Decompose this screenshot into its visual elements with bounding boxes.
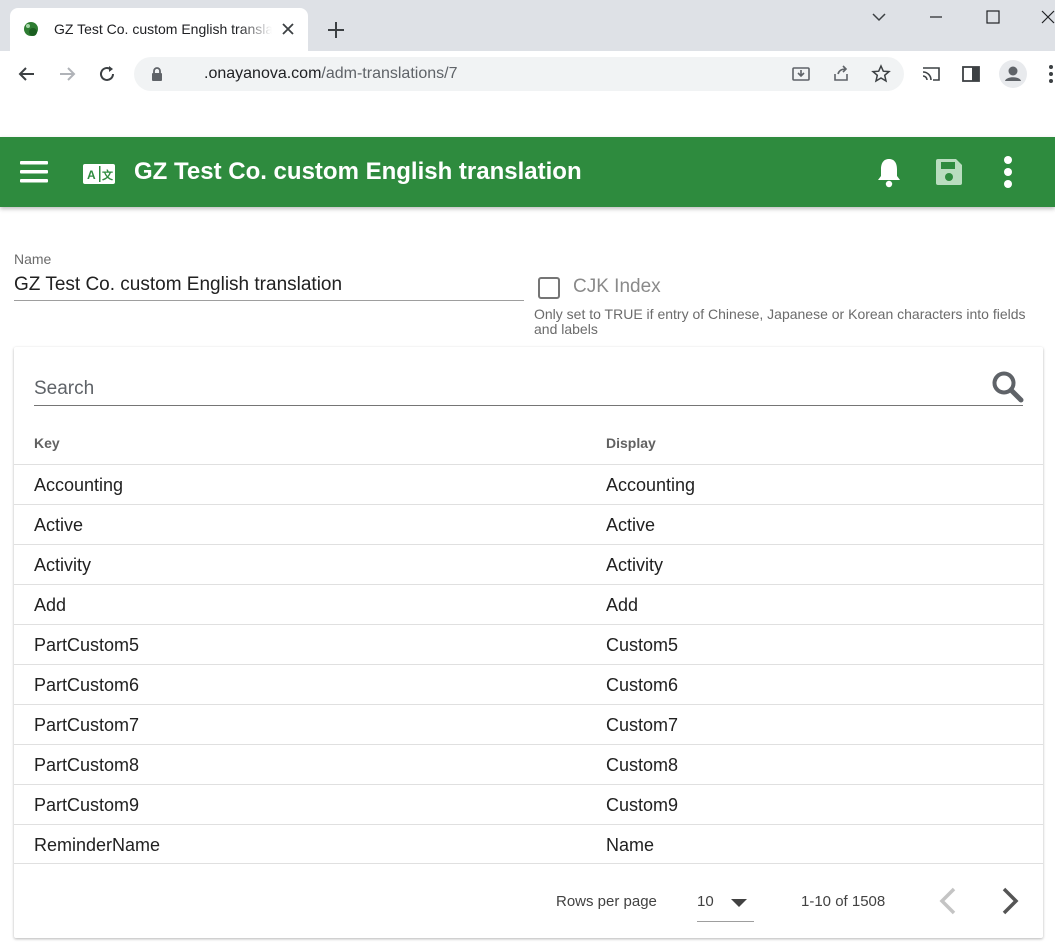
search-input[interactable] [34,372,1023,406]
kebab-menu-icon[interactable] [1000,155,1016,189]
page-title: GZ Test Co. custom English translation [134,158,582,185]
browser-tab[interactable]: GZ Test Co. custom English translation [10,8,308,51]
column-header-key[interactable]: Key [34,435,60,451]
tab-title: GZ Test Co. custom English translation [54,21,272,37]
rows-per-page-value: 10 [697,893,714,910]
share-icon[interactable] [831,64,851,84]
table-row[interactable]: PartCustom6 Custom6 [14,664,1043,704]
cjk-index-checkbox[interactable] [538,277,560,299]
forward-arrow-icon[interactable] [56,63,78,85]
name-field[interactable] [14,270,524,301]
display-cell: Custom8 [606,755,679,775]
display-cell: Add [606,595,639,615]
key-cell: Add [34,595,67,615]
display-cell: Active [606,515,656,535]
profile-avatar-icon[interactable] [999,60,1027,88]
display-cell: Custom9 [606,795,679,815]
svg-text:A: A [87,168,96,182]
next-page-chevron-icon[interactable] [998,885,1022,917]
table-body: Accounting Accounting Active Active Activi… [14,464,1043,864]
close-tab-icon[interactable] [280,21,296,37]
table-row[interactable]: Activity Activity [14,544,1043,584]
minimize-window-icon[interactable] [925,6,947,28]
table-row[interactable]: Active Active [14,504,1043,544]
url-domain: .onayanova.com [204,65,322,82]
pagination-info: 1-10 of 1508 [801,893,886,910]
bookmark-star-icon[interactable] [871,64,891,84]
site-favicon-icon [24,22,38,36]
install-app-icon[interactable] [791,64,811,84]
tab-search-chevron-icon[interactable] [868,6,890,28]
table-row[interactable]: Accounting Accounting [14,464,1043,504]
key-cell: ReminderName [34,835,161,855]
rows-per-page-select[interactable]: 10 [697,886,754,922]
browser-toolbar: .onayanova.com/adm-translations/7 [0,51,1055,97]
cjk-index-hint: Only set to TRUE if entry of Chinese, Ja… [534,306,1026,337]
browser-tabstrip: GZ Test Co. custom English translation [0,0,1055,51]
translations-table-card: Key Display AccountingAccounting ActiveA… [14,347,1043,938]
translate-icon: A 文 [83,164,115,184]
browser-menu-icon[interactable] [1043,63,1055,85]
dropdown-caret-icon [731,899,747,907]
key-cell: PartCustom5 [34,635,140,655]
url-path: /adm-translations/7 [321,65,458,82]
menu-icon[interactable] [20,159,48,185]
table-row[interactable]: ReminderName Name [14,824,1043,864]
rows-per-page-label: Rows per page [556,893,657,910]
new-tab-plus-icon[interactable] [326,20,346,40]
column-header-display[interactable]: Display [606,435,656,451]
display-cell: Accounting [606,475,696,495]
reload-icon[interactable] [96,63,118,85]
side-panel-icon[interactable] [960,63,982,85]
key-cell: PartCustom8 [34,755,140,775]
display-cell: Custom6 [606,675,679,695]
key-cell: PartCustom6 [34,675,140,695]
key-cell: PartCustom9 [34,795,140,815]
search-icon[interactable] [991,370,1025,404]
table-row[interactable]: PartCustom8 Custom8 [14,744,1043,784]
display-cell: Activity [606,555,664,575]
previous-page-chevron-icon[interactable] [936,885,960,917]
back-arrow-icon[interactable] [16,63,38,85]
table-row[interactable]: PartCustom9 Custom9 [14,784,1043,824]
key-cell: Active [34,515,84,535]
cjk-index-label[interactable]: CJK Index [573,276,661,298]
lock-icon [152,67,162,81]
table-row[interactable]: Add Add [14,584,1043,624]
table-row[interactable]: PartCustom7 Custom7 [14,704,1043,744]
display-cell: Custom7 [606,715,679,735]
display-cell: Custom5 [606,635,679,655]
key-cell: Accounting [34,475,124,495]
url-text: .onayanova.com/adm-translations/7 [204,65,457,83]
key-cell: PartCustom7 [34,715,140,735]
maximize-window-icon[interactable] [982,6,1004,28]
table-row[interactable]: PartCustom5 Custom5 [14,624,1043,664]
display-cell: Name [606,835,655,855]
svg-text:文: 文 [102,168,114,182]
name-field-label: Name [14,251,52,267]
app-bar: A 文 GZ Test Co. custom English translati… [0,137,1055,207]
cast-icon[interactable] [920,63,942,85]
key-cell: Activity [34,555,92,575]
close-window-icon[interactable] [1037,6,1055,28]
save-icon[interactable] [934,157,964,187]
address-bar[interactable]: .onayanova.com/adm-translations/7 [134,57,904,91]
bell-icon[interactable] [874,156,904,188]
